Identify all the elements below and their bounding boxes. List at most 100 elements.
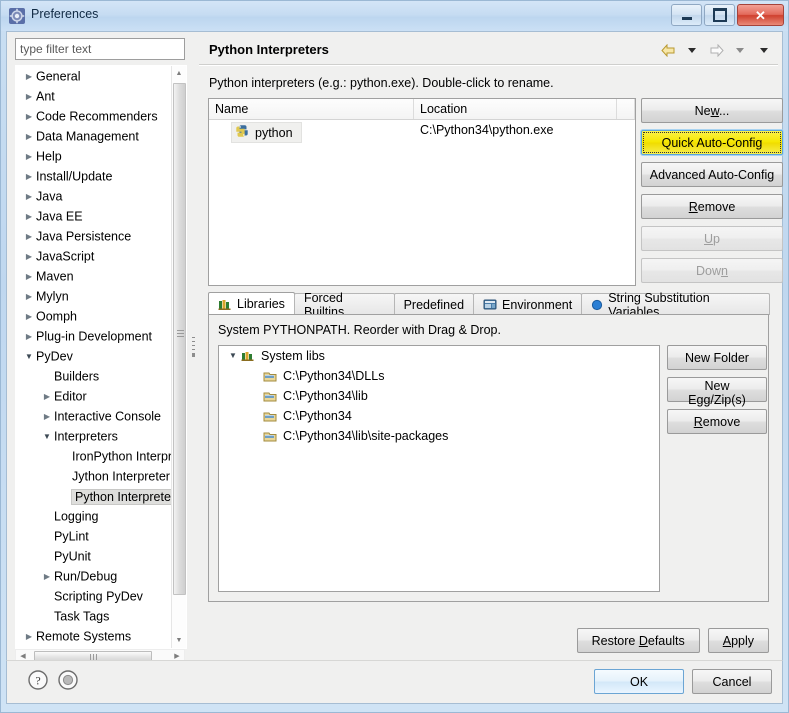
chevron-down-icon[interactable]: ▼	[225, 346, 241, 366]
tab-string-substitution-variables[interactable]: String Substitution Variables	[581, 291, 770, 319]
sidebar-item-java-ee[interactable]: ▶ Java EE	[16, 206, 172, 226]
column-header-extra[interactable]	[617, 99, 635, 119]
back-arrow-icon[interactable]	[658, 41, 678, 59]
close-button[interactable]: ✕	[737, 4, 784, 26]
tree-vertical-scrollbar[interactable]: ▲ ▼	[171, 66, 186, 648]
cancel-button[interactable]: Cancel	[692, 669, 772, 694]
preferences-tree[interactable]: ▶ General ▶ Ant ▶ Code Recommenders ▶ Data Mana…	[15, 65, 187, 649]
chevron-right-icon[interactable]: ▶	[22, 127, 36, 147]
chevron-right-icon[interactable]: ▶	[22, 87, 36, 107]
sidebar-item-label: Java	[36, 189, 63, 204]
chevron-right-icon[interactable]: ▶	[22, 247, 36, 267]
chevron-right-icon[interactable]: ▶	[22, 167, 36, 187]
sidebar-item-install-update[interactable]: ▶ Install/Update	[16, 166, 172, 186]
help-question-icon[interactable]: ?	[27, 669, 49, 691]
sidebar-item-interactive-console[interactable]: ▶ Interactive Console	[16, 406, 172, 426]
header-divider-highlight	[199, 65, 778, 66]
sidebar-item-plug-in-development[interactable]: ▶ Plug-in Development	[16, 326, 172, 346]
close-icon: ✕	[755, 7, 766, 23]
sidebar-item-remote-systems[interactable]: ▶ Remote Systems	[16, 626, 172, 646]
chevron-right-icon[interactable]: ▶	[22, 307, 36, 327]
sidebar-item-task-tags[interactable]: Task Tags	[16, 606, 172, 626]
column-header-name[interactable]: Name	[209, 99, 414, 119]
sidebar-item-java-persistence[interactable]: ▶ Java Persistence	[16, 226, 172, 246]
sidebar-item-jython-interpreter[interactable]: Jython Interpreter	[16, 466, 172, 486]
quick-auto-config-button[interactable]: Quick Auto-Config	[641, 130, 783, 155]
forward-menu-chevron-down-icon[interactable]	[730, 41, 750, 59]
chevron-right-icon[interactable]: ▶	[22, 227, 36, 247]
chevron-down-icon[interactable]: ▼	[22, 347, 36, 367]
chevron-right-icon[interactable]: ▶	[22, 107, 36, 127]
sidebar-item-builders[interactable]: Builders	[16, 366, 172, 386]
sidebar-item-run-debug[interactable]: ▶ Run/Debug	[16, 566, 172, 586]
scroll-down-icon[interactable]: ▼	[172, 633, 186, 648]
sidebar-item-general[interactable]: ▶ General	[16, 66, 172, 86]
remove-button[interactable]: Remove	[667, 409, 767, 434]
new-button[interactable]: New...	[641, 98, 783, 123]
library-tree-item[interactable]: C:\Python34\DLLs	[219, 366, 659, 386]
sidebar-item-pylint[interactable]: PyLint	[16, 526, 172, 546]
advanced-auto-config-button[interactable]: Advanced Auto-Config	[641, 162, 783, 187]
sidebar-item-scripting-pydev[interactable]: Scripting PyDev	[16, 586, 172, 606]
chevron-right-icon[interactable]: ▶	[22, 207, 36, 227]
interpreter-name-cell[interactable]: python	[231, 122, 302, 143]
chevron-right-icon[interactable]: ▶	[40, 567, 54, 587]
panel-sash[interactable]	[190, 36, 198, 658]
new-egg-zip-s-button[interactable]: New Egg/Zip(s)	[667, 377, 767, 407]
record-circle-icon[interactable]	[57, 669, 79, 691]
table-row[interactable]: python C:\Python34\python.exe	[209, 120, 635, 144]
sidebar-item-ironpython-interpreter[interactable]: IronPython Interpreter	[16, 446, 172, 466]
tab-libraries[interactable]: Libraries	[208, 292, 295, 315]
sidebar-item-code-recommenders[interactable]: ▶ Code Recommenders	[16, 106, 172, 126]
sidebar-item-label: Plug-in Development	[36, 329, 153, 344]
chevron-right-icon[interactable]: ▶	[22, 327, 36, 347]
chevron-right-icon[interactable]: ▶	[40, 387, 54, 407]
sidebar-item-oomph[interactable]: ▶ Oomph	[16, 306, 172, 326]
back-menu-chevron-down-icon[interactable]	[682, 41, 702, 59]
sidebar-item-interpreters[interactable]: ▼ Interpreters	[16, 426, 172, 446]
sidebar-item-help[interactable]: ▶ Help	[16, 146, 172, 166]
sidebar-item-javascript[interactable]: ▶ JavaScript	[16, 246, 172, 266]
tab-environment[interactable]: Environment	[473, 293, 583, 315]
sidebar-item-editor[interactable]: ▶ Editor	[16, 386, 172, 406]
tab-predefined[interactable]: Predefined	[393, 293, 475, 315]
sidebar-item-pydev[interactable]: ▼ PyDev	[16, 346, 172, 366]
chevron-right-icon[interactable]: ▶	[22, 267, 36, 287]
sidebar-item-pyunit[interactable]: PyUnit	[16, 546, 172, 566]
chevron-right-icon[interactable]: ▶	[22, 67, 36, 87]
chevron-right-icon[interactable]: ▶	[22, 187, 36, 207]
new-folder-button[interactable]: New Folder	[667, 345, 767, 370]
sidebar-item-ant[interactable]: ▶ Ant	[16, 86, 172, 106]
sidebar-item-label: JavaScript	[36, 249, 95, 264]
sidebar-item-mylyn[interactable]: ▶ Mylyn	[16, 286, 172, 306]
sidebar-item-data-management[interactable]: ▶ Data Management	[16, 126, 172, 146]
scroll-up-icon[interactable]: ▲	[172, 66, 186, 81]
interpreter-table[interactable]: Name Location python C:\Python34\python.…	[208, 98, 636, 286]
library-tree-item[interactable]: C:\Python34	[219, 406, 659, 426]
sidebar-item-python-interpreter[interactable]: Python Interpreter	[16, 486, 172, 506]
search-input[interactable]	[15, 38, 185, 60]
column-header-location[interactable]: Location	[414, 99, 617, 119]
restore-defaults-button[interactable]: Restore Defaults	[576, 628, 700, 653]
remove-button[interactable]: Remove	[641, 194, 783, 219]
apply-button[interactable]: Apply	[707, 628, 769, 653]
minimize-button[interactable]	[671, 4, 702, 26]
chevron-right-icon[interactable]: ▶	[22, 287, 36, 307]
library-tree-item[interactable]: C:\Python34\lib	[219, 386, 659, 406]
forward-arrow-icon[interactable]	[706, 41, 726, 59]
libraries-tree[interactable]: ▼ System libs C:\Python34\DLLs C:\Python34\…	[218, 345, 660, 592]
tab-forced-builtins[interactable]: Forced Builtins	[293, 291, 395, 319]
sidebar-item-java[interactable]: ▶ Java	[16, 186, 172, 206]
sidebar-item-logging[interactable]: Logging	[16, 506, 172, 526]
chevron-right-icon[interactable]: ▶	[40, 407, 54, 427]
chevron-right-icon[interactable]: ▶	[22, 147, 36, 167]
scrollbar-thumb[interactable]	[173, 83, 186, 595]
chevron-down-icon[interactable]: ▼	[40, 427, 54, 447]
sidebar-item-maven[interactable]: ▶ Maven	[16, 266, 172, 286]
ok-button[interactable]: OK	[594, 669, 684, 694]
library-tree-item[interactable]: ▼ System libs	[219, 346, 659, 366]
maximize-button[interactable]	[704, 4, 735, 26]
view-menu-chevron-down-icon[interactable]	[754, 41, 774, 59]
library-tree-item[interactable]: C:\Python34\lib\site-packages	[219, 426, 659, 446]
chevron-right-icon[interactable]: ▶	[22, 627, 36, 647]
